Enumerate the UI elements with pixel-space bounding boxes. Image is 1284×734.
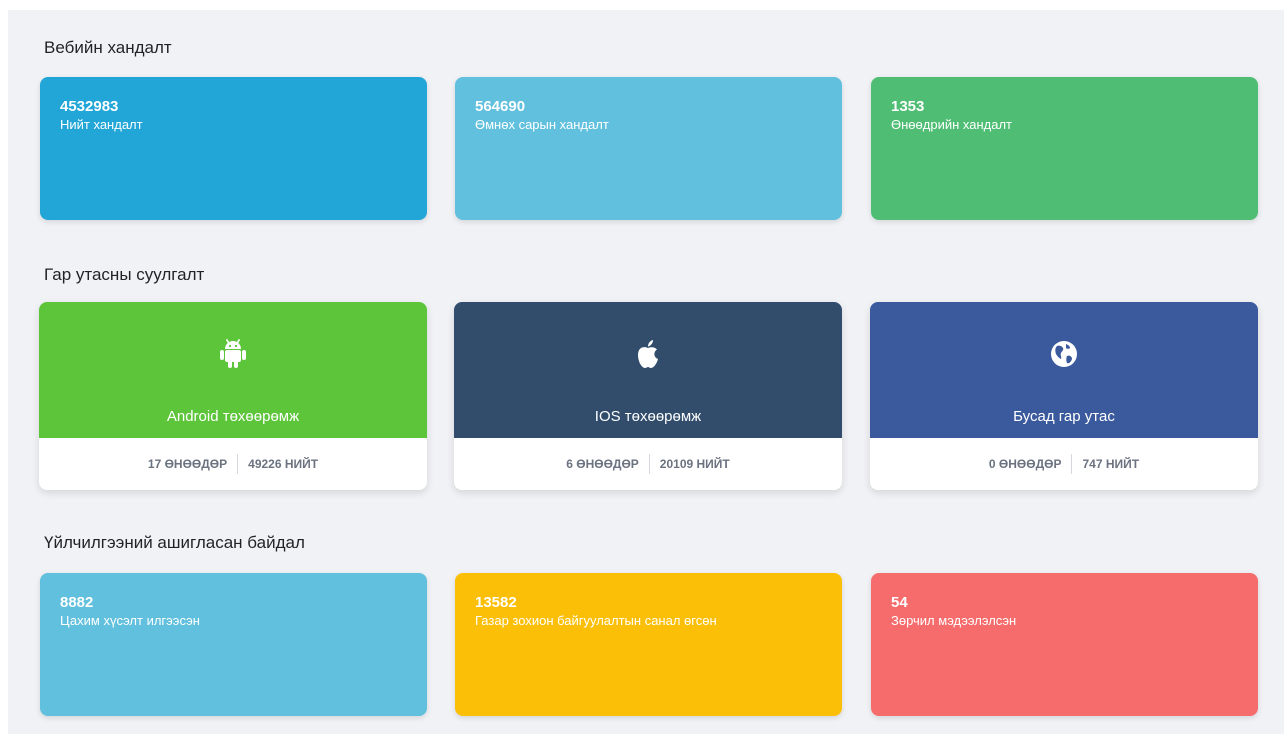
device-title: Бусад гар утас [1013,408,1115,425]
today-count: 6 ӨНӨӨДӨР [566,457,639,471]
divider [1071,454,1073,474]
divider [237,454,239,474]
total-count: 747 НИЙТ [1082,457,1140,471]
today-count: 17 ӨНӨӨДӨР [147,457,228,471]
total-count: 49226 НИЙТ [248,457,319,471]
stat-card-planning-feedback[interactable]: 13582 Газар зохион байгуулалтын санал өг… [455,573,842,716]
section-title-service-usage: Үйлчилгээний ашигласан байдал [44,533,305,552]
total-count: 20109 НИЙТ [659,457,730,471]
stat-value: 8882 [60,594,94,611]
stat-card-total-visits[interactable]: 4532983 Нийт хандалт [40,77,427,220]
android-icon [217,338,249,370]
stat-label: Цахим хүсэлт илгээсэн [60,613,200,628]
device-title: IOS төхөөрөмж [594,408,702,425]
device-card-ios[interactable]: IOS төхөөрөмж 6 ӨНӨӨДӨР 20109 НИЙТ [454,302,842,490]
apple-icon [632,338,664,370]
section-title-mobile-installs: Гар утасны суулгалт [44,265,205,284]
stat-label: Зөрчил мэдээлэлсэн [891,613,1017,628]
today-count: 0 ӨНӨӨДӨР [988,457,1062,471]
stat-value: 564690 [475,98,526,115]
section-title-web-visits: Вебийн хандалт [44,38,172,57]
device-title: Android төхөөрөмж [166,408,300,425]
stat-label: Өмнөх сарын хандалт [475,117,609,132]
stat-card-e-requests[interactable]: 8882 Цахим хүсэлт илгээсэн [40,573,427,716]
stat-label: Өнөөдрийн хандалт [891,117,1012,132]
stat-value: 1353 [891,98,925,115]
stat-value: 4532983 [60,98,119,115]
stat-value: 13582 [475,594,517,611]
stat-value: 54 [891,594,908,611]
stat-card-violation-reports[interactable]: 54 Зөрчил мэдээлэлсэн [871,573,1258,716]
device-card-other[interactable]: Бусад гар утас 0 ӨНӨӨДӨР 747 НИЙТ [870,302,1258,490]
stat-card-last-month-visits[interactable]: 564690 Өмнөх сарын хандалт [455,77,842,220]
stat-card-today-visits[interactable]: 1353 Өнөөдрийн хандалт [871,77,1258,220]
stat-label: Газар зохион байгуулалтын санал өгсөн [475,613,717,628]
divider [648,454,650,474]
globe-icon [1048,338,1080,370]
stat-label: Нийт хандалт [60,117,143,132]
device-card-android[interactable]: Android төхөөрөмж 17 ӨНӨӨДӨР 49226 НИЙТ [39,302,427,490]
